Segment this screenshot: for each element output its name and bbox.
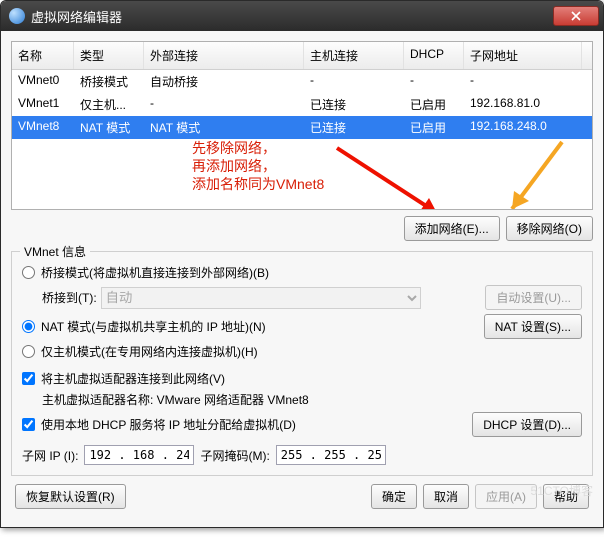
col-subnet[interactable]: 子网地址 [464,42,582,69]
cell: 仅主机... [74,93,144,116]
cell: 自动桥接 [144,70,304,93]
nat-settings-button[interactable]: NAT 设置(S)... [484,314,582,339]
dhcp-label-text: 使用本地 DHCP 服务将 IP 地址分配给虚拟机(D) [41,416,296,433]
close-icon [571,11,581,21]
hostadapter-row: 将主机虚拟适配器连接到此网络(V) [22,370,582,387]
table-row[interactable]: VMnet1 仅主机... - 已连接 已启用 192.168.81.0 [12,93,592,116]
cell: 桥接模式 [74,70,144,93]
cell: VMnet8 [12,116,74,139]
list-blank: 先移除网络， 再添加网络， 添加名称同为VMnet8 [12,139,592,209]
close-button[interactable] [553,6,599,26]
hostadapter-name-row: 主机虚拟适配器名称: VMware 网络适配器 VMnet8 [42,391,582,408]
subnet-mask-field[interactable] [276,445,386,465]
table-row[interactable]: VMnet0 桥接模式 自动桥接 - - - [12,70,592,93]
bridge-to-label: 桥接到(T): [42,289,97,306]
subnet-ip-field[interactable] [84,445,194,465]
group-title: VMnet 信息 [20,243,90,260]
subnet-ip-label: 子网 IP (I): [22,447,78,464]
cell: 已连接 [304,116,404,139]
hostadapter-checkbox[interactable] [22,372,35,385]
annotation-line: 再添加网络， [192,158,276,174]
hostadapter-check-label[interactable]: 将主机虚拟适配器连接到此网络(V) [22,370,225,387]
annotation-line: 添加名称同为VMnet8 [192,176,324,192]
dhcp-checkbox[interactable] [22,418,35,431]
bridge-option-row: 桥接模式(将虚拟机直接连接到外部网络)(B) [22,264,582,281]
hostonly-radio-label[interactable]: 仅主机模式(在专用网络内连接虚拟机)(H) [22,343,258,360]
nat-radio[interactable] [22,320,35,333]
ok-button[interactable]: 确定 [371,484,417,509]
cell: 192.168.81.0 [464,93,582,116]
col-ext[interactable]: 外部连接 [144,42,304,69]
dhcp-row: 使用本地 DHCP 服务将 IP 地址分配给虚拟机(D) DHCP 设置(D).… [22,412,582,437]
col-type[interactable]: 类型 [74,42,144,69]
window-title: 虚拟网络编辑器 [31,7,553,26]
col-host[interactable]: 主机连接 [304,42,404,69]
bridge-radio[interactable] [22,266,35,279]
dhcp-settings-button[interactable]: DHCP 设置(D)... [472,412,582,437]
hostonly-label-text: 仅主机模式(在专用网络内连接虚拟机)(H) [41,343,258,360]
hostadapter-label-text: 将主机虚拟适配器连接到此网络(V) [41,370,225,387]
arrow-orange-icon [452,139,572,210]
network-buttons: 添加网络(E)... 移除网络(O) [11,210,593,243]
nat-radio-label[interactable]: NAT 模式(与虚拟机共享主机的 IP 地址)(N) [22,318,266,335]
cell: VMnet0 [12,70,74,93]
bridge-to-select: 自动 [101,287,421,309]
nat-option-row: NAT 模式(与虚拟机共享主机的 IP 地址)(N) NAT 设置(S)... [22,314,582,339]
add-network-button[interactable]: 添加网络(E)... [404,216,500,241]
subnet-mask-label: 子网掩码(M): [200,447,269,464]
col-dhcp[interactable]: DHCP [404,42,464,69]
app-icon [9,8,25,24]
help-button[interactable]: 帮助 [543,484,589,509]
titlebar[interactable]: 虚拟网络编辑器 [1,1,603,31]
hostonly-option-row: 仅主机模式(在专用网络内连接虚拟机)(H) [22,343,582,360]
apply-button: 应用(A) [475,484,537,509]
cell: NAT 模式 [74,116,144,139]
subnet-row: 子网 IP (I): 子网掩码(M): [22,445,582,465]
cell: NAT 模式 [144,116,304,139]
bridge-label-text: 桥接模式(将虚拟机直接连接到外部网络)(B) [41,264,269,281]
remove-network-button[interactable]: 移除网络(O) [506,216,593,241]
auto-settings-button: 自动设置(U)... [485,285,582,310]
list-header: 名称 类型 外部连接 主机连接 DHCP 子网地址 [12,42,592,70]
cell: 192.168.248.0 [464,116,582,139]
vmnet-info-group: VMnet 信息 桥接模式(将虚拟机直接连接到外部网络)(B) 桥接到(T): … [11,251,593,476]
cell: - [464,70,582,93]
col-name[interactable]: 名称 [12,42,74,69]
cell: 已启用 [404,116,464,139]
annotation-text: 先移除网络， 再添加网络， 添加名称同为VMnet8 [192,139,324,193]
network-list[interactable]: 名称 类型 外部连接 主机连接 DHCP 子网地址 VMnet0 桥接模式 自动… [11,41,593,210]
cell: - [304,70,404,93]
bridge-radio-label[interactable]: 桥接模式(将虚拟机直接连接到外部网络)(B) [22,264,269,281]
dhcp-check-label[interactable]: 使用本地 DHCP 服务将 IP 地址分配给虚拟机(D) [22,416,296,433]
table-row-selected[interactable]: VMnet8 NAT 模式 NAT 模式 已连接 已启用 192.168.248… [12,116,592,139]
cell: VMnet1 [12,93,74,116]
cell: - [404,70,464,93]
arrow-red-icon [332,143,452,210]
hostadapter-name-value: VMware 网络适配器 VMnet8 [157,393,309,407]
cell: 已启用 [404,93,464,116]
cell: 已连接 [304,93,404,116]
cell: - [144,93,304,116]
bottom-bar: 恢复默认设置(R) 确定 取消 应用(A) 帮助 [11,476,593,517]
window: 虚拟网络编辑器 名称 类型 外部连接 主机连接 DHCP 子网地址 VMnet0… [0,0,604,528]
restore-defaults-button[interactable]: 恢复默认设置(R) [15,484,126,509]
bridge-to-row: 桥接到(T): 自动 自动设置(U)... [42,285,582,310]
nat-label-text: NAT 模式(与虚拟机共享主机的 IP 地址)(N) [41,318,266,335]
annotation-line: 先移除网络， [192,140,276,156]
client-area: 名称 类型 外部连接 主机连接 DHCP 子网地址 VMnet0 桥接模式 自动… [1,31,603,527]
cancel-button[interactable]: 取消 [423,484,469,509]
hostonly-radio[interactable] [22,345,35,358]
hostadapter-name-label: 主机虚拟适配器名称: [42,393,157,407]
